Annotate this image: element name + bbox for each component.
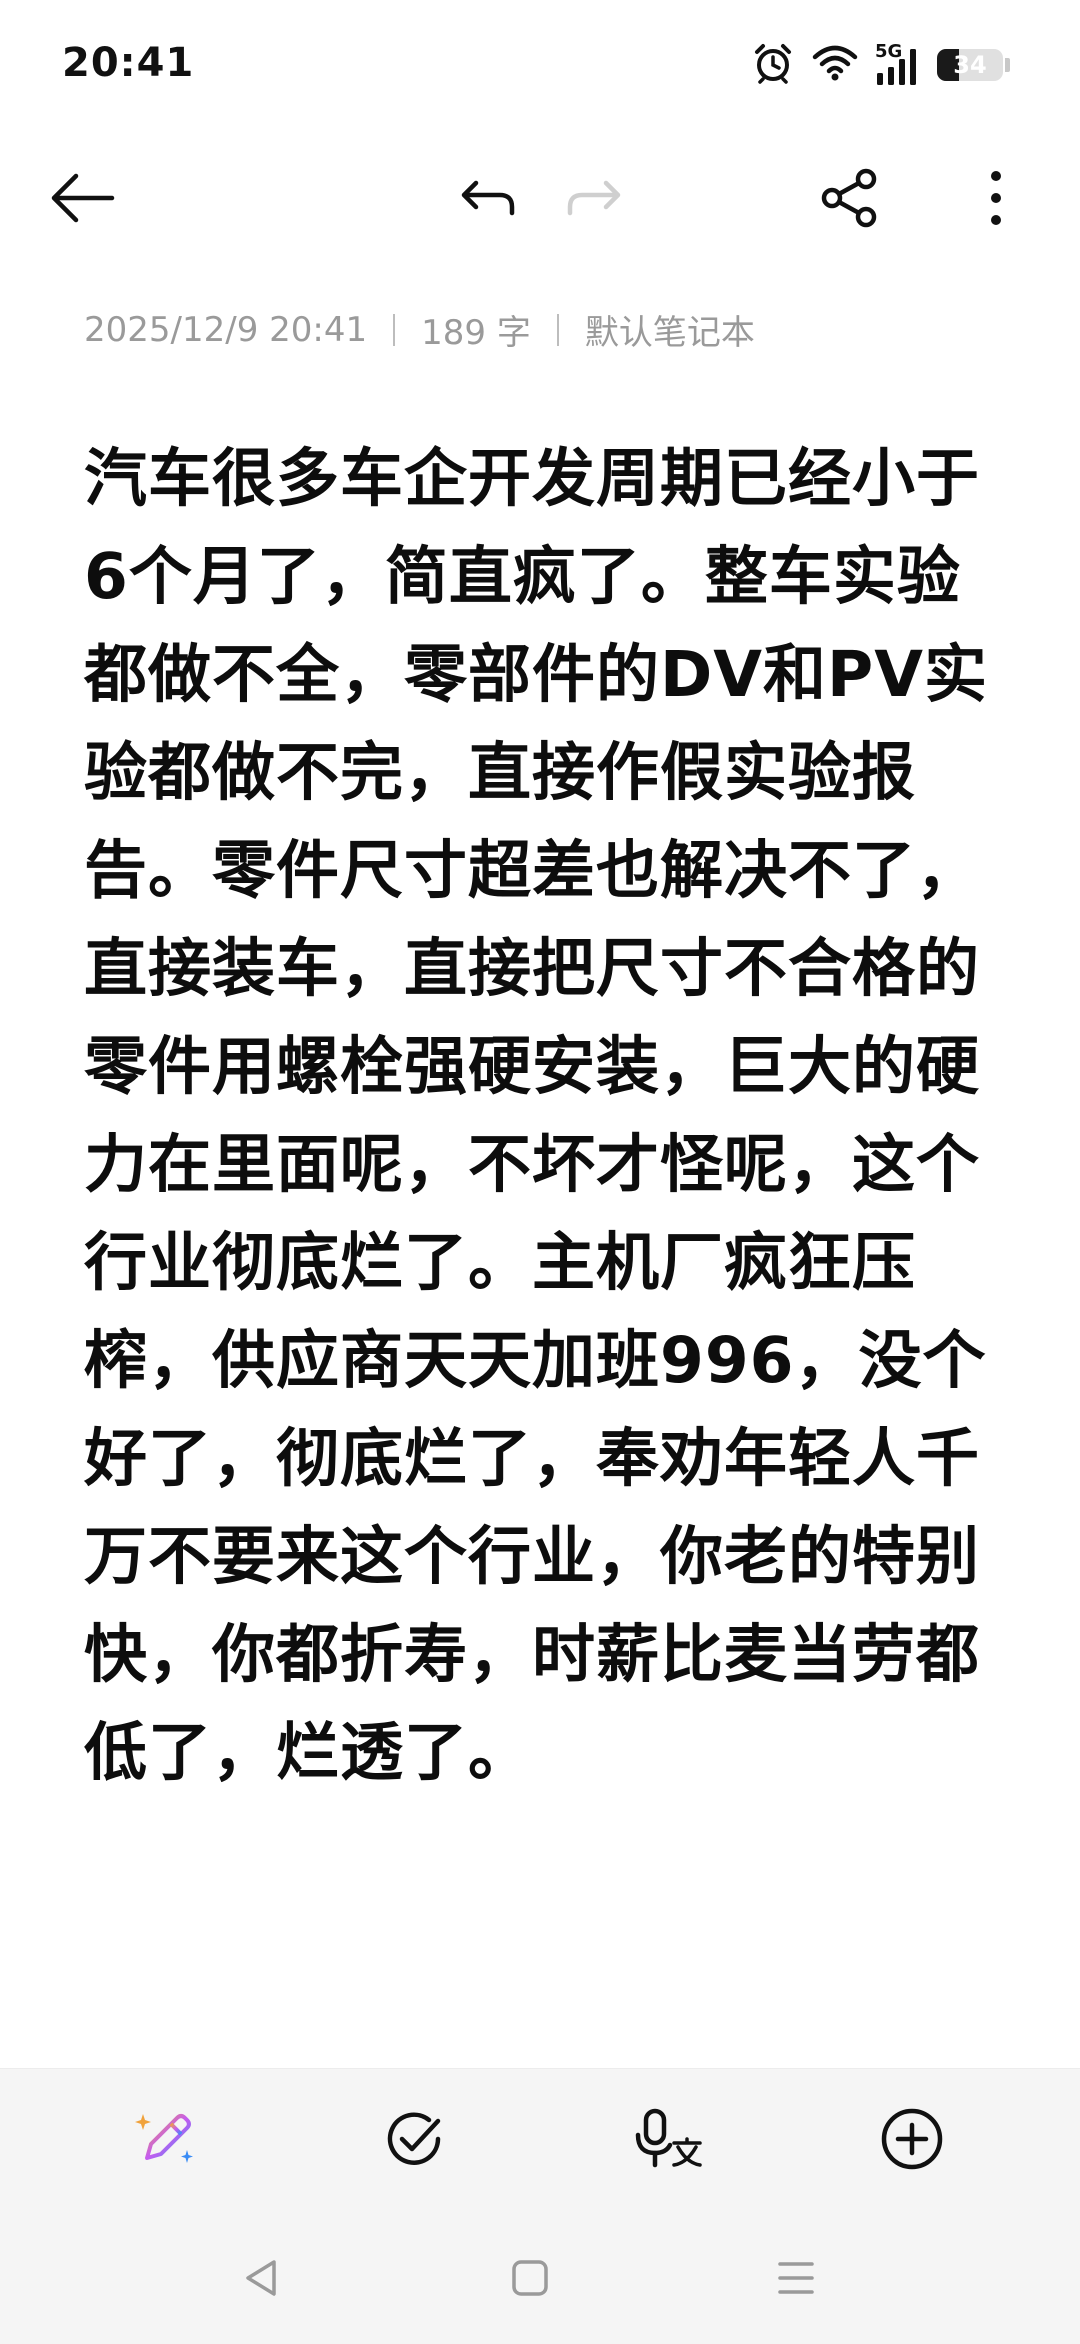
nav-back-button[interactable] <box>226 2244 298 2316</box>
checklist-icon <box>382 2107 446 2175</box>
status-time: 20:41 <box>62 40 195 86</box>
nav-home-button[interactable] <box>494 2244 566 2316</box>
voice-to-text-icon <box>632 2107 704 2175</box>
nav-recents-icon <box>776 2258 816 2302</box>
battery-percent: 34 <box>953 51 987 79</box>
add-button[interactable] <box>870 2099 954 2183</box>
note-meta: 2025/12/9 20:41 189 字 默认笔记本 <box>84 305 755 354</box>
meta-divider <box>556 313 559 346</box>
add-icon <box>880 2107 944 2175</box>
note-date: 2025/12/9 20:41 <box>84 309 368 350</box>
alarm-icon <box>751 41 795 89</box>
battery-cap <box>1005 58 1010 72</box>
checklist-button[interactable] <box>372 2099 456 2183</box>
system-nav-bar <box>0 2214 1080 2344</box>
ai-assist-button[interactable] <box>124 2099 208 2183</box>
back-button[interactable] <box>46 164 118 236</box>
battery-icon: 34 <box>937 49 1003 81</box>
note-body-text[interactable]: 汽车很多车企开发周期已经小于6个月了，简直疯了。整车实验都做不全，零部件的DV和… <box>84 430 1004 1802</box>
nav-back-icon <box>242 2258 282 2302</box>
note-notebook[interactable]: 默认笔记本 <box>585 305 755 354</box>
redo-icon <box>566 173 630 227</box>
undo-button[interactable] <box>448 164 520 236</box>
more-vert-icon <box>986 168 1006 232</box>
voice-to-text-button[interactable] <box>626 2099 710 2183</box>
note-bottom-bar <box>0 2068 1080 2215</box>
more-options-button[interactable] <box>960 164 1032 236</box>
share-icon <box>819 167 881 233</box>
status-bar: 20:41 5G 34 <box>0 0 1080 130</box>
status-icons: 5G 34 <box>751 40 1010 90</box>
nav-recents-button[interactable] <box>760 2244 832 2316</box>
back-arrow-icon <box>48 170 116 230</box>
note-word-count: 189 字 <box>421 313 531 353</box>
undo-icon <box>452 173 516 227</box>
note-toolbar <box>0 150 1080 250</box>
redo-button[interactable] <box>562 164 634 236</box>
meta-divider <box>393 313 396 346</box>
nav-home-icon <box>510 2258 550 2302</box>
wifi-icon <box>811 43 859 87</box>
share-button[interactable] <box>814 164 886 236</box>
ai-pen-icon <box>133 2106 199 2176</box>
signal-icon: 5G <box>875 43 921 87</box>
